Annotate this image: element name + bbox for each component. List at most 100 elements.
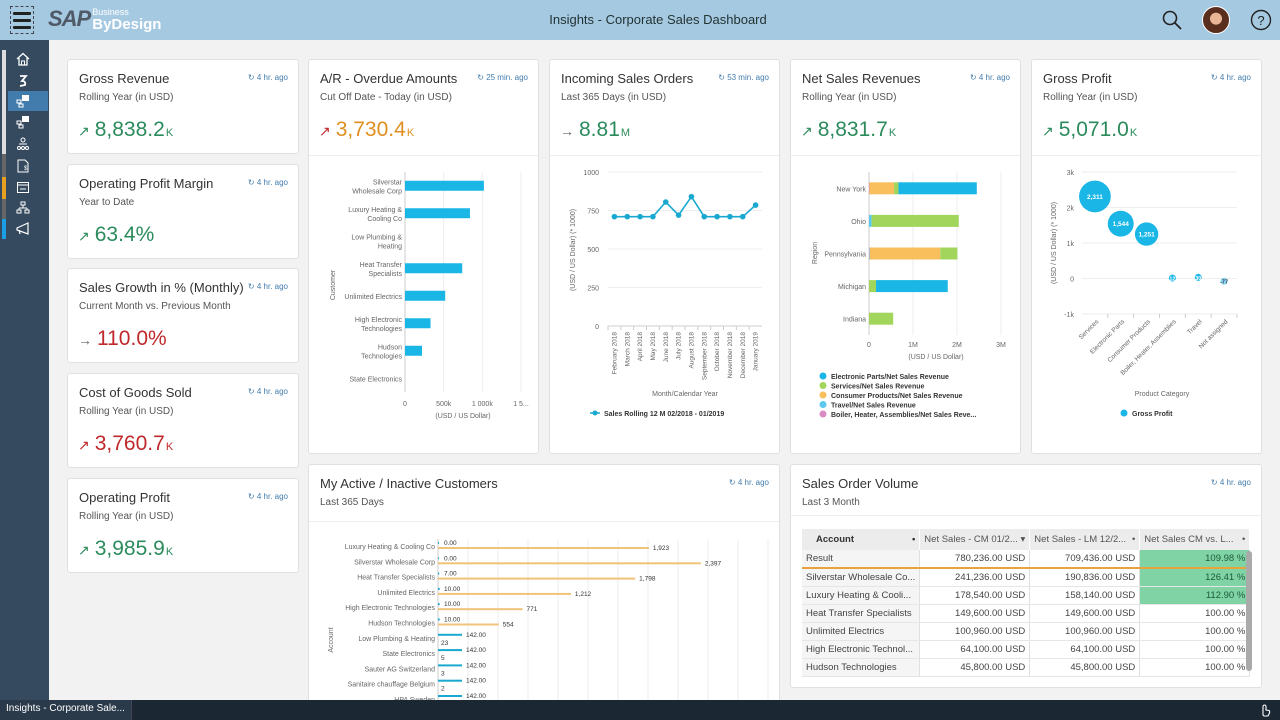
sidebar-group-marker-orange bbox=[2, 177, 6, 199]
user-avatar[interactable] bbox=[1202, 6, 1230, 34]
column-header[interactable]: Net Sales - LM 12/2... • bbox=[1030, 529, 1140, 550]
column-header[interactable]: Net Sales - CM 01/2... ▾ bbox=[920, 529, 1030, 550]
kpi-value: 63.4% bbox=[95, 223, 155, 247]
bar-days bbox=[438, 695, 462, 697]
refresh-age[interactable]: ↻ 4 hr. ago bbox=[1211, 478, 1251, 487]
refresh-age[interactable]: ↻ 4 hr. ago bbox=[248, 492, 288, 501]
cell-pct: 109.98 % bbox=[1140, 550, 1250, 568]
data-label: 2,311 bbox=[1087, 194, 1103, 201]
x-tick-label: May 2018 bbox=[650, 332, 657, 361]
kpi-tile[interactable]: Cost of Goods Sold Rolling Year (in USD)… bbox=[67, 373, 299, 468]
column-menu-icon[interactable]: • bbox=[912, 534, 915, 545]
column-header[interactable]: Net Sales CM vs. L... • bbox=[1140, 529, 1250, 550]
refresh-age[interactable]: ↻ 4 hr. ago bbox=[970, 73, 1010, 82]
kpi-tile[interactable]: Sales Growth in % (Monthly) Current Mont… bbox=[67, 268, 299, 363]
hand-cursor-icon[interactable] bbox=[1258, 703, 1272, 717]
taskbar: Insights - Corporate Sale... bbox=[0, 700, 1280, 720]
sidebar-item-org[interactable] bbox=[8, 198, 48, 218]
sidebar-item-refresh[interactable] bbox=[8, 70, 48, 90]
help-icon[interactable]: ? bbox=[1249, 8, 1273, 32]
cell-pct: 126.41 % bbox=[1140, 568, 1250, 586]
bar-revenue bbox=[438, 593, 571, 595]
column-menu-icon[interactable]: • bbox=[1242, 534, 1245, 545]
sidebar-item-invoices[interactable]: $ bbox=[8, 156, 48, 176]
taskbar-tab[interactable]: Insights - Corporate Sale... bbox=[0, 700, 132, 720]
cell-account: Luxury Heating & Cooli... bbox=[802, 586, 920, 604]
refresh-age[interactable]: ↻ 4 hr. ago bbox=[248, 387, 288, 396]
cell-account: Hudson Technologies bbox=[802, 658, 920, 676]
refresh-age[interactable]: ↻ 25 min. ago bbox=[477, 73, 528, 82]
table-row[interactable]: Hudson Technologies45,800.00 USD45,800.0… bbox=[802, 658, 1250, 676]
y-tick-label: Heat Transfer bbox=[360, 262, 403, 269]
search-icon[interactable] bbox=[1160, 8, 1184, 32]
data-label: 12 bbox=[1169, 277, 1175, 283]
table-row[interactable]: Result780,236.00 USD709,436.00 USD109.98… bbox=[802, 550, 1250, 568]
cell-cm: 100,960.00 USD bbox=[920, 622, 1030, 640]
sidebar-group-marker-grey bbox=[2, 199, 6, 219]
table-row[interactable]: High Electronic Technol...64,100.00 USD6… bbox=[802, 640, 1250, 658]
trend-arrow-icon: ↗ bbox=[78, 123, 90, 140]
kpi-tile[interactable]: Operating Profit Rolling Year (in USD) ↻… bbox=[67, 478, 299, 573]
table-row[interactable]: Silverstar Wholesale Co...241,236.00 USD… bbox=[802, 568, 1250, 586]
column-menu-icon[interactable]: • bbox=[1132, 534, 1135, 545]
column-header[interactable]: Account • bbox=[802, 529, 920, 550]
y-axis-label: Customer bbox=[330, 269, 337, 300]
x-tick-label: August 2018 bbox=[688, 332, 695, 369]
bar-segment bbox=[940, 248, 957, 260]
sidebar-item-reports[interactable] bbox=[8, 112, 48, 132]
card-title: Incoming Sales Orders bbox=[561, 71, 693, 86]
cell-lm: 64,100.00 USD bbox=[1030, 640, 1140, 658]
refresh-age[interactable]: ↻ 4 hr. ago bbox=[248, 282, 288, 291]
refresh-icon bbox=[16, 73, 30, 87]
chart-card[interactable]: Incoming Sales Orders Last 365 Days (in … bbox=[549, 59, 780, 454]
table-scrollbar[interactable] bbox=[1246, 551, 1252, 671]
kpi-tile[interactable]: Operating Profit Margin Year to Date ↻ 4… bbox=[67, 164, 299, 259]
bar-days bbox=[438, 664, 462, 666]
x-axis-label: Month/Calendar Year bbox=[652, 391, 718, 398]
data-label: 1,251 bbox=[1138, 232, 1155, 239]
y-axis-label: (USD / US Dollar) (* 1000) bbox=[570, 209, 577, 291]
bar-days bbox=[438, 603, 440, 605]
y-tick-label: State Electronics bbox=[382, 651, 435, 658]
data-label-days: 142.00 bbox=[466, 662, 486, 669]
table-row[interactable]: Heat Transfer Specialists149,600.00 USD1… bbox=[802, 604, 1250, 622]
sidebar-item-home[interactable] bbox=[8, 49, 48, 69]
sales-order-volume-card[interactable]: Sales Order Volume Last 3 Month ↻ 4 hr. … bbox=[790, 464, 1262, 688]
x-tick-label: 1M bbox=[908, 342, 918, 349]
chart-card[interactable]: A/R - Overdue Amounts Cut Off Date - Tod… bbox=[308, 59, 539, 454]
sort-desc-icon[interactable]: ▾ bbox=[1021, 534, 1026, 545]
refresh-age[interactable]: ↻ 4 hr. ago bbox=[1211, 73, 1251, 82]
table-row[interactable]: Luxury Heating & Cooli...178,540.00 USD1… bbox=[802, 586, 1250, 604]
table-row[interactable]: Unlimited Electrics100,960.00 USD100,960… bbox=[802, 622, 1250, 640]
kpi-subtitle: Rolling Year (in USD) bbox=[79, 511, 174, 522]
cell-lm: 190,836.00 USD bbox=[1030, 568, 1140, 586]
refresh-age[interactable]: ↻ 4 hr. ago bbox=[729, 478, 769, 487]
sidebar-item-customers[interactable] bbox=[8, 134, 48, 154]
kpi-subtitle: Year to Date bbox=[79, 197, 134, 208]
sidebar-item-campaigns[interactable] bbox=[8, 219, 48, 239]
refresh-age-text: 4 hr. ago bbox=[738, 478, 769, 487]
refresh-age[interactable]: ↻ 4 hr. ago bbox=[248, 73, 288, 82]
bar bbox=[405, 291, 445, 301]
card-divider bbox=[791, 155, 1020, 156]
kpi-subtitle: Rolling Year (in USD) bbox=[79, 92, 174, 103]
sidebar-item-calendar[interactable] bbox=[8, 177, 48, 197]
sidebar-item-dashboard[interactable] bbox=[8, 91, 48, 111]
y-tick-label: Technologies bbox=[361, 326, 402, 333]
x-tick-label: 1 5... bbox=[513, 401, 529, 408]
y-tick-label: Silverstar bbox=[373, 179, 403, 186]
customers-card[interactable]: My Active / Inactive Customers Last 365 … bbox=[308, 464, 780, 704]
x-tick-label: September 2018 bbox=[701, 332, 708, 380]
refresh-age-text: 4 hr. ago bbox=[979, 73, 1010, 82]
card-chart: 01M2M3MNew YorkOhioPennsylvaniaMichiganI… bbox=[791, 160, 1022, 452]
refresh-age[interactable]: ↻ 4 hr. ago bbox=[248, 178, 288, 187]
chart-card[interactable]: Gross Profit Rolling Year (in USD) ↻ 4 h… bbox=[1031, 59, 1262, 454]
kpi-tile[interactable]: Gross Revenue Rolling Year (in USD) ↻ 4 … bbox=[67, 59, 299, 154]
chart-card[interactable]: Net Sales Revenues Rolling Year (in USD)… bbox=[790, 59, 1021, 454]
refresh-age[interactable]: ↻ 53 min. ago bbox=[718, 73, 769, 82]
card-chart: 0500k1 000k1 5...SilverstarWholesale Cor… bbox=[309, 160, 540, 452]
card-title: Sales Order Volume bbox=[802, 476, 918, 491]
svg-text:$: $ bbox=[24, 166, 28, 172]
y-axis-label: (USD / US Dollar) (* 1000) bbox=[1051, 202, 1058, 284]
data-point bbox=[701, 214, 707, 220]
